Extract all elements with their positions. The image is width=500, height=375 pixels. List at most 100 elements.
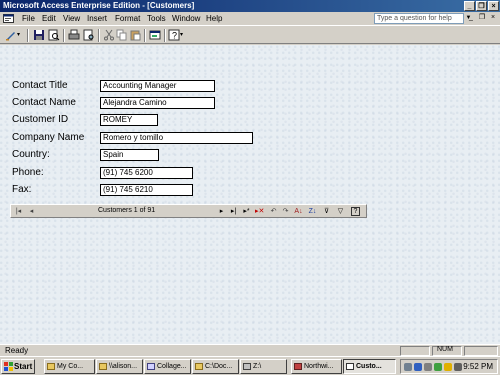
taskbar-button-label: Northwi... [304,363,334,370]
copy-icon[interactable] [116,29,128,41]
help-icon[interactable]: ? [168,29,180,41]
taskbar-button[interactable]: \\alison... [96,359,143,374]
record-navigation-bar: |◂ ◂ Customers 1 of 91 ▸ ▸| ▸* ▸✕ ↶ ↷ A↓… [10,204,367,218]
menu-help[interactable]: Help [206,14,222,23]
form-icon [346,363,354,370]
doc-restore-icon[interactable]: ❐ [477,13,487,23]
new-record-icon[interactable]: ▸* [242,207,251,216]
taskbar-button[interactable]: Northwi... [291,359,342,374]
phone-field[interactable]: (91) 745 6200 [100,167,193,179]
document-controls: _ ❐ × [466,13,498,23]
customer-id-field[interactable]: ROMEY [100,114,158,126]
phone-label: Phone: [12,167,44,178]
windows-logo-icon [4,362,13,371]
contact-title-field[interactable]: Accounting Manager [100,80,215,92]
folder-icon [195,363,203,370]
close-icon[interactable]: × [488,1,499,11]
folder-icon [99,363,107,370]
toolbar-separator [144,29,146,42]
menu-file[interactable]: File [22,14,35,23]
taskbar: Start My Co... \\alison... Collage... C:… [0,356,500,375]
svg-text:?: ? [172,31,177,41]
print-preview-icon[interactable] [83,29,95,41]
start-button[interactable]: Start [1,359,35,374]
help-icon[interactable]: ? [351,207,360,216]
taskbar-button-label: Custo... [356,363,382,370]
toolbar-separator [98,29,100,42]
tray-icon[interactable] [414,363,422,371]
last-record-icon[interactable]: ▸| [229,207,238,216]
help-search-input[interactable]: Type a question for help [374,13,464,24]
save-icon[interactable] [33,29,45,41]
restore-icon[interactable]: ❐ [476,1,487,11]
status-text: Ready [5,346,29,355]
drive-icon [243,363,251,370]
print-icon[interactable] [68,29,80,41]
delete-record-icon[interactable]: ▸✕ [255,207,264,216]
country-label: Country: [12,149,50,160]
next-record-icon[interactable]: ▸ [217,207,226,216]
menu-tools[interactable]: Tools [147,14,166,23]
filter-by-selection-icon[interactable]: ⊽ [322,207,331,216]
fax-field[interactable]: (91) 745 6210 [100,184,193,196]
clock: 9:52 PM [463,362,493,371]
taskbar-button[interactable]: C:\Doc... [192,359,239,374]
undo-icon[interactable]: ↶ [269,207,278,216]
menu-window[interactable]: Window [172,14,200,23]
system-tray: 9:52 PM [400,359,498,374]
window-controls: _ ❐ × [464,1,499,11]
cut-icon[interactable] [103,29,115,41]
chevron-down-icon[interactable]: ▾ [17,29,23,41]
country-field[interactable]: Spain [100,149,159,161]
taskbar-button-label: \\alison... [109,363,138,370]
toolbar-separator [164,29,166,42]
filter-icon[interactable]: ▽ [336,207,345,216]
contact-name-field[interactable]: Alejandra Camino [100,97,215,109]
app-icon [147,363,155,370]
doc-minimize-icon[interactable]: _ [466,13,476,23]
menu-view[interactable]: View [63,14,80,23]
database-window-icon[interactable] [149,29,161,41]
form-workspace: Contact Title Accounting Manager Contact… [0,45,500,344]
redo-icon[interactable]: ↷ [281,207,290,216]
window-title: Microsoft Access Enterprise Edition - [C… [3,1,195,10]
doc-close-icon[interactable]: × [488,13,498,23]
taskbar-button[interactable]: Z:\ [240,359,287,374]
menu-bar: File Edit View Insert Format Tools Windo… [0,12,500,26]
tray-icon[interactable] [404,363,412,371]
tray-icon[interactable] [444,363,452,371]
form-window-icon[interactable] [3,13,15,24]
toolbar-options-icon[interactable]: ▾ [180,29,185,41]
volume-icon[interactable] [454,363,462,371]
taskbar-button[interactable]: My Co... [44,359,95,374]
status-bar: Ready NUM [0,344,500,356]
num-lock-indicator: NUM [437,346,453,353]
taskbar-button-label: C:\Doc... [205,363,233,370]
tray-icon[interactable] [424,363,432,371]
fax-label: Fax: [12,184,32,195]
sort-ascending-icon[interactable]: A↓ [294,207,303,216]
contact-name-label: Contact Name [12,97,76,108]
previous-record-icon[interactable]: ◂ [27,207,36,216]
status-cell [464,346,498,356]
taskbar-button-label: Collage... [157,363,187,370]
design-view-icon[interactable] [5,29,17,41]
minimize-icon[interactable]: _ [464,1,475,11]
taskbar-button-active[interactable]: Custo... [343,359,396,374]
menu-format[interactable]: Format [115,14,140,23]
search-icon[interactable] [48,29,60,41]
taskbar-button[interactable]: Collage... [144,359,191,374]
menu-edit[interactable]: Edit [42,14,56,23]
status-cell [400,346,430,356]
paste-icon[interactable] [129,29,141,41]
toolbar: ▾ ? ▾ [0,27,500,44]
taskbar-button-label: Z:\ [253,363,262,370]
taskbar-button-label: My Co... [57,363,84,370]
company-name-field[interactable]: Romero y tomillo [100,132,253,144]
toolbar-separator [27,29,29,42]
company-name-label: Company Name [12,132,85,143]
first-record-icon[interactable]: |◂ [14,207,23,216]
sort-descending-icon[interactable]: Z↓ [308,207,317,216]
menu-insert[interactable]: Insert [87,14,107,23]
tray-icon[interactable] [434,363,442,371]
